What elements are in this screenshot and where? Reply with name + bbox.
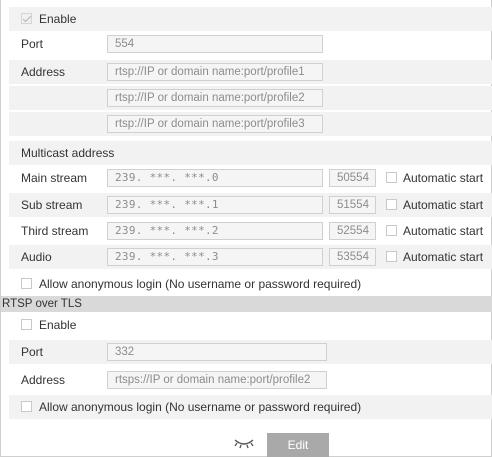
rtsp-settings-panel: Enable Port 554 Address rtsp://IP or dom… (0, 0, 492, 457)
multicast-address-label: Multicast address (21, 146, 115, 160)
eye-closed-icon[interactable] (233, 437, 255, 451)
auto-start-label: Automatic start (403, 198, 484, 212)
tls-enable-label: Enable (39, 318, 77, 332)
tls-port-row: Port 332 (9, 340, 492, 364)
auto-start-checkbox[interactable] (386, 199, 397, 210)
auto-start-checkbox[interactable] (386, 251, 397, 262)
tls-anonymous-label: Allow anonymous login (No username or pa… (39, 400, 362, 414)
rtsp-address-input-2[interactable]: rtsp://IP or domain name:port/profile2 (107, 89, 323, 107)
stream-row-main: Main stream 239. ***. ***.0 50554 Automa… (9, 166, 492, 190)
rtsp-port-label: Port (21, 37, 44, 51)
tls-anonymous-row: Allow anonymous login (No username or pa… (9, 395, 492, 419)
stream-port-input[interactable]: 51554 (329, 196, 376, 214)
auto-start-checkbox[interactable] (386, 172, 397, 183)
rtsp-address-row-1: Address rtsp://IP or domain name:port/pr… (9, 60, 492, 84)
tls-anonymous-checkbox[interactable] (21, 401, 32, 412)
stream-port-input[interactable]: 50554 (329, 169, 376, 187)
tls-enable-checkbox[interactable] (21, 319, 32, 330)
rtsp-port-row: Port 554 (9, 32, 492, 56)
tls-port-input[interactable]: 332 (107, 343, 327, 361)
rtsp-anonymous-row: Allow anonymous login (No username or pa… (9, 272, 492, 296)
rtsp-address-row-3: rtsp://IP or domain name:port/profile3 (9, 112, 492, 136)
stream-ip-input[interactable]: 239. ***. ***.3 (107, 248, 323, 266)
rtsp-address-row-2: rtsp://IP or domain name:port/profile2 (9, 86, 492, 110)
stream-row-sub: Sub stream 239. ***. ***.1 51554 Automat… (9, 193, 492, 217)
multicast-header-row: Multicast address (9, 141, 492, 165)
rtsp-address-input-3[interactable]: rtsp://IP or domain name:port/profile3 (107, 115, 323, 133)
stream-label: Audio (21, 250, 52, 264)
stream-ip-input[interactable]: 239. ***. ***.1 (107, 196, 323, 214)
tls-address-input[interactable]: rtsps://IP or domain name:port/profile2 (107, 371, 327, 389)
rtsp-anonymous-checkbox[interactable] (21, 278, 32, 289)
tls-section-header: RTSP over TLS (1, 296, 492, 312)
rtsp-address-input-1[interactable]: rtsp://IP or domain name:port/profile1 (107, 63, 323, 81)
stream-label: Sub stream (21, 198, 83, 212)
edit-button[interactable]: Edit (267, 433, 329, 457)
tls-enable-row: Enable (9, 313, 492, 337)
tls-address-row: Address rtsps://IP or domain name:port/p… (9, 368, 492, 392)
stream-ip-input[interactable]: 239. ***. ***.0 (107, 169, 323, 187)
stream-label: Third stream (21, 224, 89, 238)
stream-label: Main stream (21, 171, 88, 185)
stream-port-input[interactable]: 52554 (329, 222, 376, 240)
rtsp-enable-label: Enable (39, 12, 77, 26)
stream-row-audio: Audio 239. ***. ***.3 53554 Automatic st… (9, 245, 492, 269)
stream-row-third: Third stream 239. ***. ***.2 52554 Autom… (9, 219, 492, 243)
auto-start-label: Automatic start (403, 171, 484, 185)
auto-start-label: Automatic start (403, 224, 484, 238)
rtsp-anonymous-label: Allow anonymous login (No username or pa… (39, 277, 362, 291)
stream-port-input[interactable]: 53554 (329, 248, 376, 266)
rtsp-enable-row: Enable (9, 7, 492, 31)
rtsp-address-label: Address (21, 65, 66, 79)
rtsp-port-input[interactable]: 554 (107, 35, 323, 53)
rtsp-enable-checkbox[interactable] (21, 13, 32, 24)
tls-address-label: Address (21, 373, 66, 387)
auto-start-label: Automatic start (403, 250, 484, 264)
tls-port-label: Port (21, 345, 44, 359)
stream-ip-input[interactable]: 239. ***. ***.2 (107, 222, 323, 240)
auto-start-checkbox[interactable] (386, 225, 397, 236)
